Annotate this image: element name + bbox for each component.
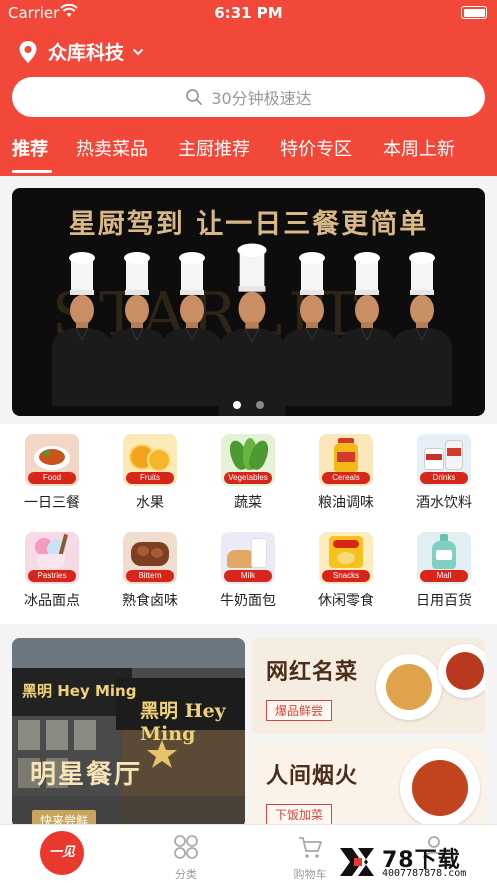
category-tag: Mall (420, 570, 468, 582)
category-daily-goods[interactable]: Mall 日用百货 (399, 532, 489, 610)
active-tab-indicator (12, 170, 52, 173)
category-tag: Fruits (126, 472, 174, 484)
promo-famous-dishes-button[interactable]: 爆品鲜尝 (266, 700, 333, 721)
status-bar: Carrier 6:31 PM (0, 0, 497, 26)
tab-new-this-week[interactable]: 本周上新 (383, 135, 455, 161)
promo-star-restaurant-title: 明星餐厅 (30, 760, 143, 790)
category-tabs: 推荐 热卖菜品 主厨推荐 特价专区 本周上新 (0, 135, 497, 175)
category-braised[interactable]: Bittern 熟食卤味 (105, 532, 195, 610)
category-vegetables[interactable]: Vegetables 蔬菜 (203, 434, 293, 512)
location-name: 众库科技 (48, 42, 125, 64)
category-label: 蔬菜 (234, 495, 262, 511)
vegetable-icon: Vegetables (221, 434, 275, 486)
banner-dot-1[interactable] (232, 401, 241, 409)
location-pin-icon (19, 40, 37, 63)
app-header: Carrier 6:31 PM 众库科技 30分钟极速达 推荐 热卖菜品 主厨推… (0, 0, 497, 176)
tab-hot-dishes[interactable]: 热卖菜品 (76, 135, 148, 161)
dish-food-image (412, 760, 468, 816)
category-pastries[interactable]: Pastries 冰品面点 (7, 532, 97, 610)
category-oil-seasoning[interactable]: Cereals 粮油调味 (301, 434, 391, 512)
tab-recommend[interactable]: 推荐 (12, 135, 48, 161)
location-selector[interactable]: 众库科技 (18, 38, 144, 65)
milk-icon: Milk (221, 532, 275, 584)
category-tag: Cereals (322, 472, 370, 484)
tabbar-label: 分类 (175, 868, 197, 881)
banner-dot-2[interactable] (256, 401, 265, 409)
category-snacks[interactable]: Snacks 休闲零食 (301, 532, 391, 610)
search-placeholder: 30分钟极速达 (211, 89, 312, 108)
daily-goods-icon: Mall (417, 532, 471, 584)
drinks-icon: Drinks (417, 434, 471, 486)
banner-pagination (12, 394, 485, 413)
category-label: 休闲零食 (318, 593, 374, 609)
dish-food-image (386, 664, 432, 710)
dish-food-image (446, 652, 484, 690)
category-label: 一日三餐 (24, 495, 80, 511)
oil-icon: Cereals (319, 434, 373, 486)
snacks-icon: Snacks (319, 532, 373, 584)
cart-icon (299, 837, 322, 858)
category-meals[interactable]: Food 一日三餐 (7, 434, 97, 512)
icecream-icon: Pastries (25, 532, 79, 584)
category-tag: Drinks (420, 472, 468, 484)
tab-specials[interactable]: 特价专区 (280, 135, 352, 161)
chef-figure (162, 252, 222, 406)
category-label: 日用百货 (416, 593, 472, 609)
category-icon (174, 835, 198, 859)
meal-icon: Food (25, 434, 79, 486)
search-icon (186, 89, 203, 105)
chefs-illustration (52, 243, 452, 416)
watermark-url: 4007787878.com (382, 868, 467, 879)
category-tag: Food (28, 472, 76, 484)
category-drinks[interactable]: Drinks 酒水饮料 (399, 434, 489, 512)
braised-icon: Bittern (123, 532, 177, 584)
tabbar-home[interactable]: 一见 (22, 831, 102, 875)
home-logo-icon: 一见 (40, 831, 84, 875)
chef-figure (392, 252, 452, 406)
category-label: 粮油调味 (318, 495, 374, 511)
category-grid: Food 一日三餐 Fruits 水果 Vegetables 蔬菜 Cereal… (0, 424, 497, 624)
category-milk-bread[interactable]: Milk 牛奶面包 (203, 532, 293, 610)
status-time: 6:31 PM (214, 4, 283, 22)
category-fruits[interactable]: Fruits 水果 (105, 434, 195, 512)
category-label: 水果 (136, 495, 164, 511)
category-tag: Pastries (28, 570, 76, 582)
restaurant-sign-small: 黑明 Hey Ming (22, 682, 137, 700)
category-label: 冰品面点 (24, 593, 80, 609)
chef-figure (52, 252, 112, 406)
category-label: 牛奶面包 (220, 593, 276, 609)
promo-section: 黑明 Hey Ming 黑明 Hey Ming 明星餐厅 快来尝鲜 网红名菜 爆… (0, 628, 497, 838)
site-watermark: 78下载 4007787878.com (336, 842, 494, 882)
category-tag: Milk (224, 570, 272, 582)
fruit-icon: Fruits (123, 434, 177, 486)
tab-chef-picks[interactable]: 主厨推荐 (178, 135, 250, 161)
chef-figure (107, 252, 167, 406)
watermark-logo-icon (340, 848, 374, 876)
category-tag: Snacks (322, 570, 370, 582)
restaurant-sign-large: 黑明 Hey Ming (140, 700, 226, 745)
category-label: 熟食卤味 (122, 593, 178, 609)
chef-figure (282, 252, 342, 406)
chef-figure (218, 243, 286, 416)
category-tag: Vegetables (224, 472, 272, 484)
chevron-down-icon (133, 48, 144, 55)
promo-famous-dishes-title: 网红名菜 (266, 659, 359, 685)
category-label: 酒水饮料 (416, 495, 472, 511)
tabbar-category[interactable]: 分类 (146, 833, 226, 882)
category-tag: Bittern (126, 570, 174, 582)
promo-home-cooking-button[interactable]: 下饭加菜 (266, 804, 333, 825)
search-input[interactable]: 30分钟极速达 (12, 77, 485, 117)
hero-banner[interactable]: STARLIT 星厨驾到 让一日三餐更简单 (12, 188, 485, 416)
promo-famous-dishes[interactable]: 网红名菜 爆品鲜尝 (252, 638, 485, 734)
promo-home-cooking-title: 人间烟火 (266, 763, 359, 789)
battery-icon (461, 6, 487, 19)
chef-figure (337, 252, 397, 406)
promo-star-restaurant[interactable]: 黑明 Hey Ming 黑明 Hey Ming 明星餐厅 快来尝鲜 (12, 638, 245, 828)
